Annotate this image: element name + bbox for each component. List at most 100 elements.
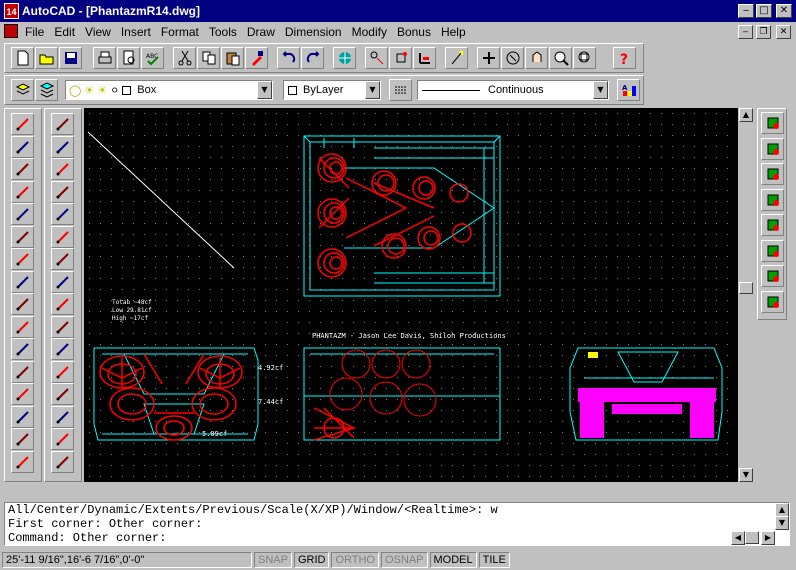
region-icon[interactable] [11, 428, 34, 450]
cmd-scroll-down-icon[interactable]: ▼ [775, 516, 789, 530]
menu-modify[interactable]: Modify [352, 25, 387, 39]
make-block-icon[interactable] [11, 360, 34, 383]
ref-reload-icon[interactable] [761, 137, 784, 160]
tracking-icon[interactable] [365, 47, 388, 69]
open-folder-icon[interactable] [761, 214, 784, 236]
document-icon[interactable] [4, 24, 18, 38]
doc-restore-button[interactable]: ❐ [756, 25, 771, 39]
cmd-scroll-up-icon[interactable]: ▲ [775, 503, 789, 517]
model-toggle[interactable]: MODEL [429, 552, 477, 568]
arc-icon[interactable] [11, 248, 34, 270]
linetype-combo-arrow-icon[interactable]: ▼ [593, 81, 608, 99]
drawing-hscrollbar[interactable] [84, 482, 738, 496]
layer-on-icon[interactable]: ◯ [69, 84, 81, 97]
scroll-up-icon[interactable]: ▲ [739, 108, 753, 122]
save-icon[interactable] [59, 47, 82, 69]
point-icon[interactable] [11, 383, 34, 405]
paste-icon[interactable] [221, 47, 244, 69]
chamfer-icon[interactable] [51, 405, 74, 428]
open-icon[interactable] [35, 47, 58, 69]
new-icon[interactable] [11, 47, 34, 69]
copy-object-icon[interactable] [51, 135, 74, 158]
linetype-icon[interactable] [389, 79, 412, 101]
menu-format[interactable]: Format [161, 25, 199, 39]
doc-close-button[interactable]: ✕ [776, 25, 791, 39]
fillet-icon[interactable] [51, 428, 74, 450]
inquiry-icon[interactable] [445, 47, 468, 69]
make-object-layer-current-icon[interactable] [11, 79, 34, 101]
scroll-thumb[interactable] [739, 282, 753, 294]
tile-toggle[interactable]: TILE [478, 552, 510, 568]
autocad-app-icon[interactable]: 14 [4, 3, 19, 19]
cmd-scroll-right-icon[interactable]: ▶ [761, 531, 775, 545]
cmd-hscroll-thumb[interactable] [745, 531, 759, 544]
drawing-vscrollbar[interactable]: ▲ ▼ [739, 108, 754, 482]
menu-insert[interactable]: Insert [121, 25, 151, 39]
lengthen-icon[interactable] [51, 315, 74, 338]
minimize-button[interactable]: ‒ [738, 4, 754, 18]
ellipse-icon[interactable] [11, 315, 34, 338]
maximize-button[interactable]: □ [756, 4, 772, 18]
query-icon[interactable] [761, 290, 784, 313]
menu-bonus[interactable]: Bonus [397, 25, 431, 39]
external-bind-icon[interactable] [761, 188, 784, 211]
menu-view[interactable]: View [85, 25, 111, 39]
color-combo-arrow-icon[interactable]: ▼ [365, 81, 380, 99]
layer-thaw-icon[interactable]: ☀ [84, 84, 94, 97]
pan-icon[interactable] [501, 47, 524, 69]
menu-draw[interactable]: Draw [247, 25, 275, 39]
ortho-toggle[interactable]: ORTHO [331, 552, 379, 568]
stretch-icon[interactable] [51, 293, 74, 315]
move-icon[interactable] [51, 225, 74, 248]
insert-block-icon[interactable] [11, 338, 34, 360]
doc-minimize-button[interactable]: ‒ [738, 25, 753, 39]
break-icon[interactable] [51, 383, 74, 405]
coordinate-display[interactable]: 25'-11 9/16",16'-6 7/16",0'-0" [2, 552, 252, 568]
array-icon[interactable] [51, 203, 74, 225]
help-icon[interactable]: ? [613, 47, 636, 69]
export-icon[interactable] [761, 239, 784, 262]
ucs-icon[interactable] [413, 47, 436, 69]
zoom-realtime-icon[interactable] [525, 47, 548, 69]
line-icon[interactable] [11, 113, 34, 135]
grid-toggle[interactable]: GRID [293, 552, 330, 568]
layer-manager-icon[interactable] [761, 163, 784, 185]
circle-icon[interactable] [11, 270, 34, 293]
redo-icon[interactable] [301, 47, 324, 69]
drawing-area[interactable]: Totab ~48cf Low 29.81cf High ~17cf PHANTAZ… [84, 108, 738, 482]
menu-file[interactable]: File [25, 25, 44, 39]
match-properties-icon[interactable] [245, 47, 268, 69]
spline-icon[interactable] [11, 293, 34, 315]
properties-icon[interactable]: A [617, 79, 640, 101]
snap-toggle[interactable]: SNAP [254, 552, 292, 568]
zoom-window-icon[interactable] [549, 47, 572, 69]
offset-icon[interactable] [51, 180, 74, 203]
polyline-icon[interactable] [11, 180, 34, 203]
osnap-toggle[interactable]: OSNAP [381, 552, 428, 568]
rectangle-icon[interactable] [11, 225, 34, 248]
erase-icon[interactable] [51, 113, 74, 135]
hatch-icon[interactable] [11, 405, 34, 428]
copy-icon[interactable] [197, 47, 220, 69]
cut-icon[interactable] [173, 47, 196, 69]
extend-icon[interactable] [51, 360, 74, 383]
trim-icon[interactable] [51, 338, 74, 360]
clip-icon[interactable] [761, 265, 784, 287]
object-snap-icon[interactable] [389, 47, 412, 69]
scroll-down-icon[interactable]: ▼ [739, 468, 753, 482]
menu-help[interactable]: Help [441, 25, 466, 39]
redraw-icon[interactable] [477, 47, 500, 69]
multiline-icon[interactable] [11, 158, 34, 180]
layer-thaw-viewport-icon[interactable]: ☀ [97, 84, 107, 97]
ref-attach-icon[interactable] [761, 112, 784, 134]
cmd-scroll-left-icon[interactable]: ◀ [731, 531, 745, 545]
scale-icon[interactable] [51, 270, 74, 293]
text-icon[interactable] [11, 450, 34, 473]
menu-edit[interactable]: Edit [54, 25, 75, 39]
layer-combo-arrow-icon[interactable]: ▼ [257, 81, 272, 99]
layer-unlock-icon[interactable]: ⚪ [110, 84, 119, 97]
close-button[interactable]: ✕ [776, 4, 792, 18]
command-window[interactable]: All/Center/Dynamic/Extents/Previous/Scal… [4, 502, 790, 546]
layer-combo[interactable]: ◯ ☀ ☀ ⚪ Box ▼ [65, 80, 273, 100]
spell-icon[interactable]: ABC [141, 47, 164, 69]
